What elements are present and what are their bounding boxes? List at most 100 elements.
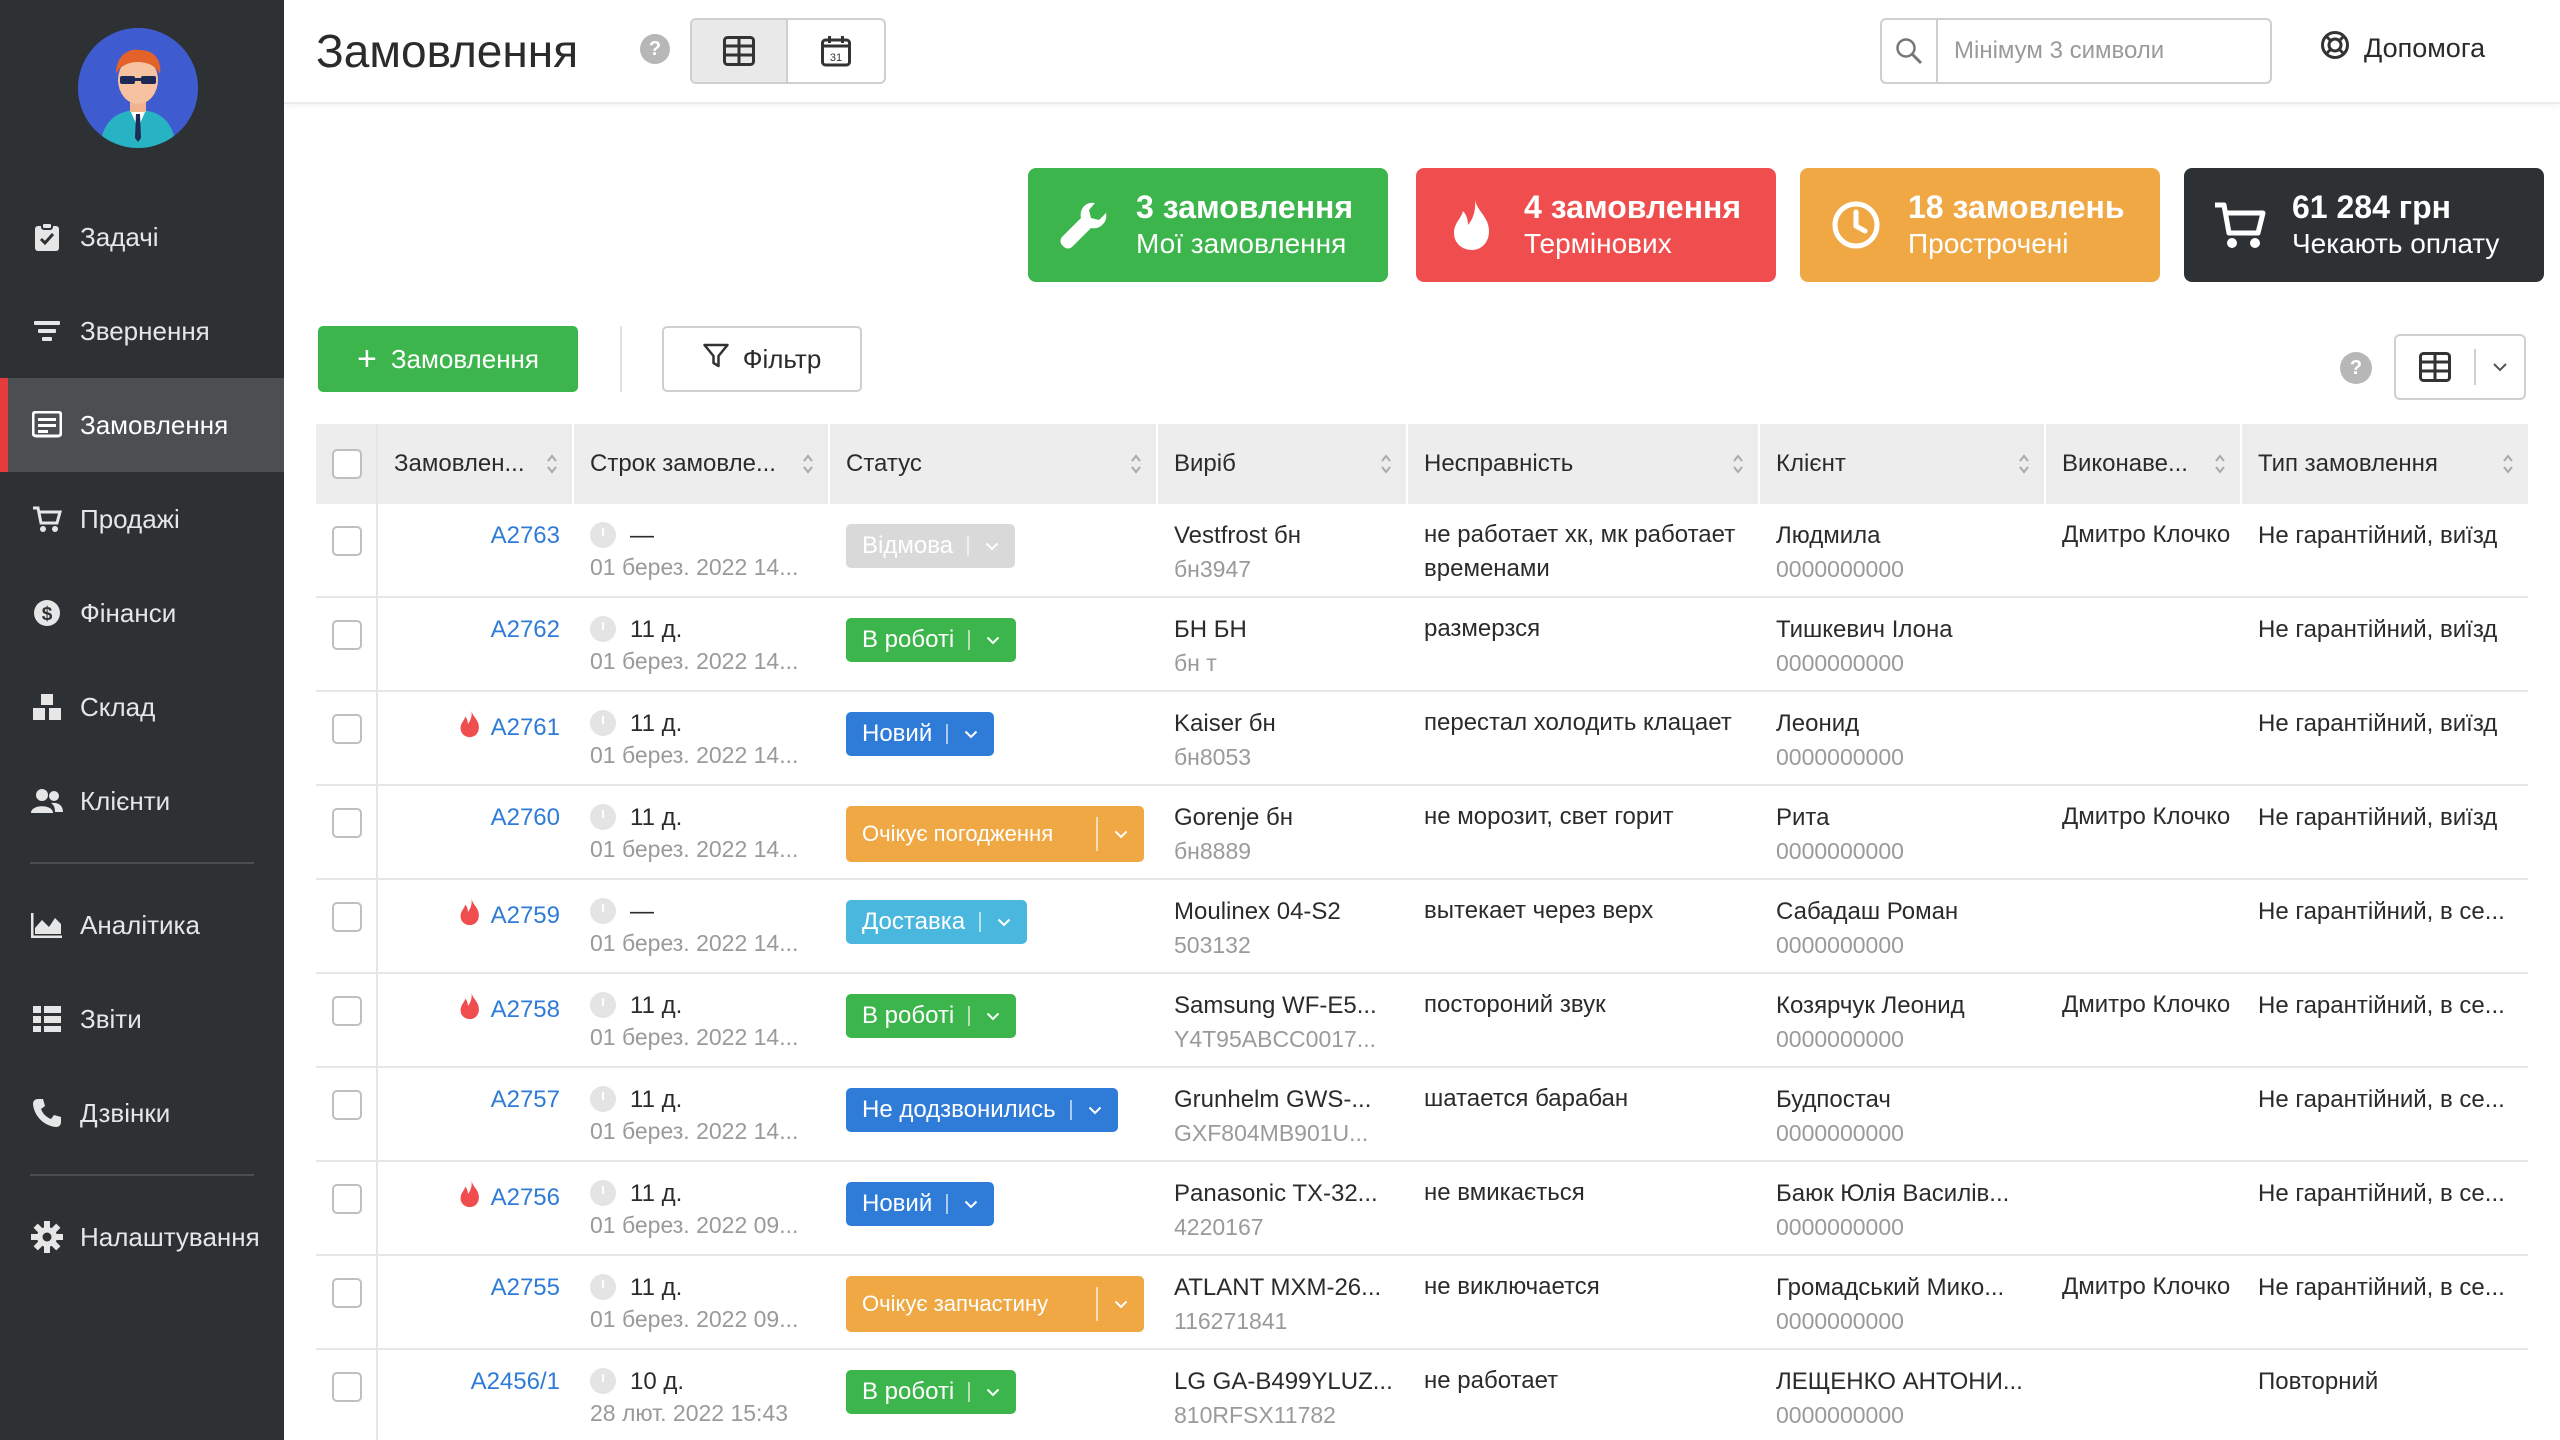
filter-button[interactable]: Фільтр xyxy=(662,326,862,392)
status-label: Доставка xyxy=(862,908,966,935)
status-dropdown[interactable]: Відмова xyxy=(846,524,1016,568)
sort-icon xyxy=(547,454,557,474)
row-checkbox[interactable] xyxy=(332,902,362,932)
row-checkbox[interactable] xyxy=(332,714,362,744)
item-serial: 116271841 xyxy=(1174,1308,1288,1334)
issue-text: не работает хк, мк работает временами xyxy=(1424,521,1736,582)
sidebar-item-warehouse[interactable]: Склад xyxy=(0,660,284,754)
item-name: LG GA-B499YLUZ... xyxy=(1174,1368,1393,1395)
table-view-button[interactable] xyxy=(692,20,788,82)
row-checkbox[interactable] xyxy=(332,1184,362,1214)
sidebar-item-sales[interactable]: Продажі xyxy=(0,472,284,566)
sidebar-item-label: Фінанси xyxy=(80,597,177,628)
order-type-cell: Не гарантійний, виїзд xyxy=(2242,598,2528,690)
order-number-link[interactable]: A2761 xyxy=(459,710,560,745)
row-checkbox[interactable] xyxy=(332,1090,362,1120)
sidebar-item-clients[interactable]: Клієнти xyxy=(0,754,284,848)
help-icon[interactable]: ? xyxy=(640,34,670,64)
status-dropdown[interactable]: Доставка xyxy=(846,900,1028,944)
row-checkbox[interactable] xyxy=(332,620,362,650)
row-checkbox[interactable] xyxy=(332,996,362,1026)
chart-area-icon xyxy=(30,908,64,942)
table-row[interactable]: A2756 11 д. 01 берез. 2022 09... Новий P… xyxy=(316,1162,2528,1256)
sidebar-item-settings[interactable]: Налаштування xyxy=(0,1190,284,1284)
gear-icon xyxy=(30,1220,64,1254)
order-number-link[interactable]: A2757 xyxy=(491,1086,560,1114)
card-urgent[interactable]: 4 замовлення Термінових xyxy=(1416,168,1776,282)
order-number-link[interactable]: A2760 xyxy=(491,804,560,832)
table-row[interactable]: A2759 — 01 берез. 2022 14... Доставка Mo… xyxy=(316,880,2528,974)
sidebar-item-finance[interactable]: $ Фінанси xyxy=(0,566,284,660)
term-cell: — 01 берез. 2022 14... xyxy=(574,880,830,972)
funnel-icon xyxy=(702,343,729,376)
sidebar-item-calls[interactable]: Дзвінки xyxy=(0,1066,284,1160)
row-checkbox[interactable] xyxy=(332,526,362,556)
order-number-link[interactable]: A2763 xyxy=(491,522,560,550)
order-number-link[interactable]: A2755 xyxy=(491,1274,560,1302)
column-header-type[interactable]: Тип замовлення xyxy=(2242,424,2528,504)
sidebar-item-reports[interactable]: Звіти xyxy=(0,972,284,1066)
item-cell: Vestfrost бн бн3947 xyxy=(1158,504,1408,596)
order-number-link[interactable]: A2756 xyxy=(459,1180,560,1215)
status-dropdown[interactable]: В роботі xyxy=(846,1370,1017,1414)
avatar[interactable] xyxy=(78,28,198,148)
status-dropdown[interactable]: Очікує погодження xyxy=(846,806,1144,862)
sidebar-item-tasks[interactable]: Задачі xyxy=(0,190,284,284)
row-checkbox[interactable] xyxy=(332,808,362,838)
status-dropdown[interactable]: Не додзвонились xyxy=(846,1088,1118,1132)
order-number: A2762 xyxy=(490,616,560,643)
clock-icon xyxy=(590,1179,616,1206)
status-dropdown[interactable]: В роботі xyxy=(846,994,1017,1038)
column-header-item[interactable]: Виріб xyxy=(1158,424,1408,504)
search-icon[interactable] xyxy=(1882,20,1938,82)
column-header-term[interactable]: Строк замовле... xyxy=(574,424,830,504)
status-dropdown[interactable]: Очікує запчастину xyxy=(846,1276,1144,1332)
select-all-checkbox[interactable] xyxy=(332,449,362,479)
column-header-status[interactable]: Статус xyxy=(830,424,1158,504)
table-row[interactable]: A2755 11 д. 01 берез. 2022 09... Очікує … xyxy=(316,1256,2528,1350)
calendar-icon: 31 xyxy=(821,36,851,67)
item-serial: 503132 xyxy=(1174,932,1251,958)
card-title: 18 замовлень xyxy=(1908,189,2125,225)
column-header-executor[interactable]: Виконаве... xyxy=(2046,424,2242,504)
help-icon[interactable]: ? xyxy=(2340,352,2372,384)
card-awaiting-payment[interactable]: 61 284 грн Чекають оплату xyxy=(2184,168,2544,282)
status-dropdown[interactable]: В роботі xyxy=(846,618,1017,662)
order-number-link[interactable]: A2758 xyxy=(459,992,560,1027)
search-input[interactable] xyxy=(1938,37,2258,65)
calendar-view-button[interactable]: 31 xyxy=(788,20,884,82)
card-my-orders[interactable]: 3 замовлення Мої замовлення xyxy=(1028,168,1388,282)
table-row[interactable]: A2762 11 д. 01 берез. 2022 14... В робот… xyxy=(316,598,2528,692)
table-row[interactable]: A2761 11 д. 01 берез. 2022 14... Новий K… xyxy=(316,692,2528,786)
order-number-link[interactable]: A2456/1 xyxy=(471,1368,560,1396)
table-row[interactable]: A2757 11 д. 01 берез. 2022 14... Не додз… xyxy=(316,1068,2528,1162)
order-number-link[interactable]: A2759 xyxy=(459,898,560,933)
add-order-button[interactable]: + Замовлення xyxy=(318,326,578,392)
column-header-client[interactable]: Клієнт xyxy=(1760,424,2046,504)
column-header-order[interactable]: Замовлен... xyxy=(378,424,574,504)
clock-icon xyxy=(590,991,616,1018)
table-row[interactable]: A2456/1 10 д. 28 лют. 2022 15:43 В робот… xyxy=(316,1350,2528,1440)
status-dropdown[interactable]: Новий xyxy=(846,1182,995,1226)
order-number-link[interactable]: A2762 xyxy=(491,616,560,644)
column-header-issue[interactable]: Несправність xyxy=(1408,424,1760,504)
sidebar-item-analytics[interactable]: Аналітика xyxy=(0,878,284,972)
svg-text:31: 31 xyxy=(830,52,842,64)
row-checkbox[interactable] xyxy=(332,1278,362,1308)
status-dropdown[interactable]: Новий xyxy=(846,712,995,756)
sidebar-item-requests[interactable]: Звернення xyxy=(0,284,284,378)
help-link[interactable]: Допомога xyxy=(2320,30,2485,67)
columns-settings-button[interactable] xyxy=(2394,334,2526,400)
item-cell: Grunhelm GWS-... GXF804MB901U... xyxy=(1158,1068,1408,1160)
row-checkbox[interactable] xyxy=(332,1372,362,1402)
table-row[interactable]: A2760 11 д. 01 берез. 2022 14... Очікує … xyxy=(316,786,2528,880)
sidebar-item-label: Звернення xyxy=(80,315,210,346)
table-row[interactable]: A2758 11 д. 01 берез. 2022 14... В робот… xyxy=(316,974,2528,1068)
status-cell: Не додзвонились xyxy=(830,1068,1158,1160)
order-type-cell: Не гарантійний, в се... xyxy=(2242,880,2528,972)
sidebar-item-orders[interactable]: Замовлення xyxy=(0,378,284,472)
table-row[interactable]: A2763 — 01 берез. 2022 14... Відмова Ves… xyxy=(316,504,2528,598)
card-overdue[interactable]: 18 замовлень Прострочені xyxy=(1800,168,2160,282)
issue-text: шатается барабан xyxy=(1424,1085,1629,1112)
wrench-icon xyxy=(1054,195,1114,255)
